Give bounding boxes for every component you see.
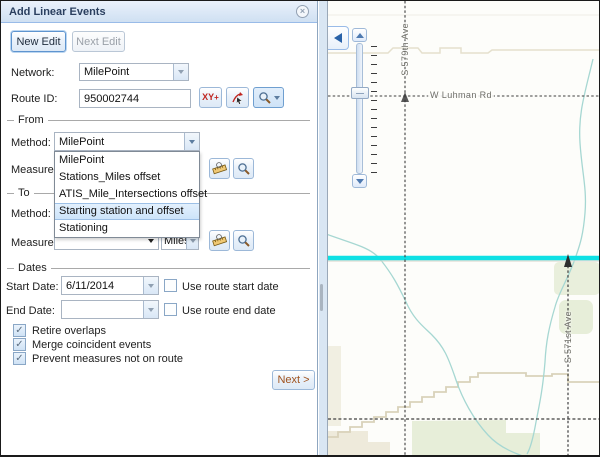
use-route-start-date-checkbox[interactable] [164, 279, 177, 292]
to-method-label: Method: [11, 208, 51, 220]
network-combo[interactable]: MilePoint [79, 63, 189, 81]
dates-fieldset-legend: Dates [7, 262, 310, 274]
panel-header: Add Linear Events × [1, 1, 317, 23]
ruler-icon [212, 162, 227, 175]
next-button[interactable]: Next > [272, 370, 315, 390]
contour-line [328, 48, 599, 53]
xy-icon: XY [202, 93, 214, 102]
use-route-end-date-label: Use route end date [182, 305, 276, 317]
ruler-icon [212, 234, 227, 247]
use-route-end-date-checkbox[interactable] [164, 303, 177, 316]
new-edit-button[interactable]: New Edit [11, 31, 66, 52]
end-date-label: End Date: [6, 305, 55, 317]
close-icon[interactable]: × [296, 5, 309, 18]
search-icon [237, 162, 250, 175]
chevron-down-icon[interactable] [143, 277, 158, 294]
map-viewport[interactable]: S 579th Ave W Luhman Rd S 571st Ave [328, 1, 599, 455]
arrow-down-icon [356, 179, 364, 184]
from-measure-ruler-button[interactable] [209, 158, 230, 179]
search-icon [237, 234, 250, 247]
network-label: Network: [11, 67, 54, 79]
road-label-w-luhman: W Luhman Rd [428, 90, 494, 100]
merge-coincident-events-checkbox[interactable]: ✓ [13, 338, 26, 351]
intersection-arrow [401, 92, 409, 102]
select-pointer-icon [231, 91, 245, 104]
app-window: Add Linear Events × New Edit Next Edit N… [0, 0, 600, 457]
prevent-measures-label: Prevent measures not on route [32, 353, 183, 365]
dropdown-item[interactable]: ATIS_Mile_Intersections offset [55, 186, 199, 203]
zoom-slider-thumb[interactable] [351, 87, 369, 99]
road-label-s579th: S 579th Ave [396, 5, 413, 93]
chevron-down-icon[interactable] [184, 133, 199, 150]
retire-overlaps-checkbox[interactable]: ✓ [13, 324, 26, 337]
method-dropdown-list: MilePoint Stations_Miles offset ATIS_Mil… [54, 151, 200, 238]
vegetation-patch [554, 262, 599, 295]
from-measure-label: Measure: [11, 164, 57, 176]
xy-locate-button[interactable]: XY+ [199, 87, 222, 108]
from-method-label: Method: [11, 137, 51, 149]
chevron-down-icon[interactable] [143, 301, 158, 318]
check-icon: ✓ [15, 325, 23, 336]
panel-title: Add Linear Events [9, 6, 106, 18]
land-patch [328, 346, 341, 426]
add-linear-events-panel: Add Linear Events × New Edit Next Edit N… [1, 1, 318, 455]
dropdown-item[interactable]: Stations_Miles offset [55, 169, 199, 186]
zoom-out-button[interactable] [352, 174, 367, 188]
prevent-measures-checkbox[interactable]: ✓ [13, 352, 26, 365]
from-method-combo[interactable]: MilePoint [54, 132, 200, 151]
search-icon [258, 91, 271, 104]
chevron-down-icon[interactable] [173, 64, 188, 80]
zoom-slider-track[interactable] [356, 43, 363, 174]
vegetation-patch [412, 420, 540, 455]
next-edit-button[interactable]: Next Edit [72, 31, 125, 52]
dropdown-item[interactable]: Stationing [55, 220, 199, 237]
map-canvas [328, 1, 599, 455]
dropdown-item-highlighted[interactable]: Starting station and offset [55, 203, 199, 220]
route-id-field [79, 89, 191, 108]
use-route-start-date-label: Use route start date [182, 281, 279, 293]
chevron-down-icon [274, 96, 280, 100]
splitter-handle[interactable] [320, 284, 323, 311]
retire-overlaps-label: Retire overlaps [32, 325, 106, 337]
dropdown-item[interactable]: MilePoint [55, 152, 199, 169]
zoom-slider-ticks [371, 46, 377, 173]
zoom-in-button[interactable] [352, 28, 367, 42]
from-fieldset-legend: From [7, 114, 310, 126]
start-date-label: Start Date: [6, 281, 59, 293]
to-measure-search-button[interactable] [233, 230, 254, 251]
to-measure-label: Measure: [11, 237, 57, 249]
from-measure-search-button[interactable] [233, 158, 254, 179]
to-measure-ruler-button[interactable] [209, 230, 230, 251]
merge-coincident-events-label: Merge coincident events [32, 339, 151, 351]
route-id-label: Route ID: [11, 93, 57, 105]
road-label-s571st: S 571st Ave [559, 295, 576, 379]
route-search-split-button[interactable] [253, 87, 284, 108]
check-icon: ✓ [15, 353, 23, 364]
collapse-panel-button[interactable] [328, 26, 349, 50]
collapse-arrow-icon [334, 33, 342, 43]
start-date-combo[interactable]: 6/11/2014 [61, 276, 159, 295]
end-date-combo[interactable] [61, 300, 159, 319]
check-icon: ✓ [15, 339, 23, 350]
panel-splitter[interactable] [319, 1, 328, 455]
select-route-on-map-button[interactable] [226, 87, 249, 108]
arrow-up-icon [356, 33, 364, 38]
route-id-input[interactable] [80, 90, 190, 107]
